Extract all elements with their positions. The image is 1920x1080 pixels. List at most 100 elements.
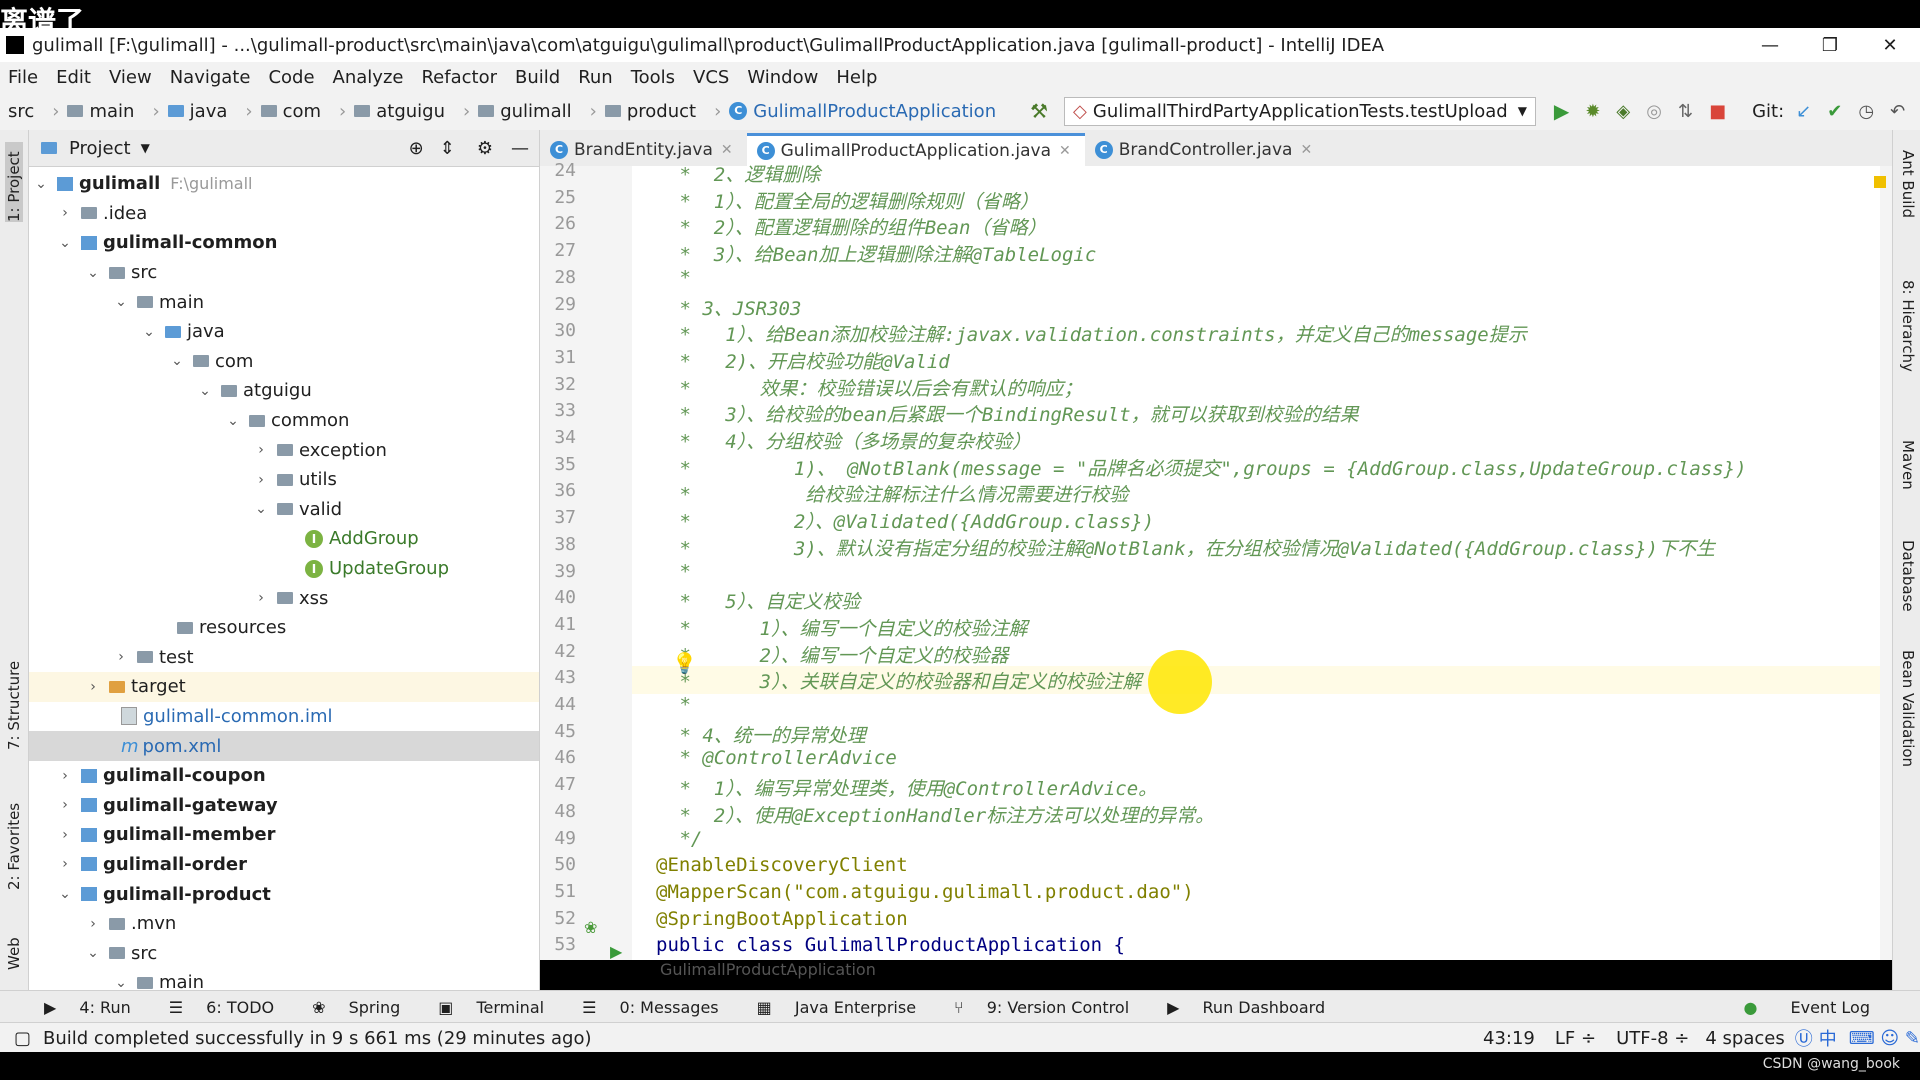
git-commit-icon[interactable]: ✔ bbox=[1827, 101, 1842, 122]
close-icon[interactable]: ✕ bbox=[1300, 142, 1312, 158]
crumb-src[interactable]: src bbox=[8, 101, 34, 122]
editor-scrollbar[interactable] bbox=[1880, 166, 1892, 960]
tree-node-addgroup[interactable]: I AddGroup bbox=[29, 524, 539, 554]
ime-tools-icon[interactable]: ⌨ ☺ ✎ bbox=[1849, 1028, 1920, 1049]
menu-code[interactable]: Code bbox=[268, 67, 314, 88]
tree-node-main[interactable]: ⌄ main bbox=[29, 287, 539, 317]
menu-navigate[interactable]: Navigate bbox=[170, 67, 251, 88]
tree-node-product-src[interactable]: ⌄ src bbox=[29, 938, 539, 968]
spring-tab[interactable]: ❀ Spring bbox=[312, 998, 410, 1017]
menu-tools[interactable]: Tools bbox=[631, 67, 675, 88]
run-config-select[interactable]: ◇ GulimallThirdPartyApplicationTests.tes… bbox=[1064, 96, 1536, 126]
locate-icon[interactable]: ⊕ bbox=[409, 138, 424, 159]
tree-node-gulimall[interactable]: ⌄ gulimall F:\gulimall bbox=[29, 169, 539, 199]
intention-bulb-icon[interactable]: 💡 bbox=[672, 651, 697, 675]
tree-node-pom[interactable]: m pom.xml bbox=[29, 731, 539, 761]
run-tab[interactable]: ▶ 4: Run bbox=[44, 998, 141, 1017]
menu-window[interactable]: Window bbox=[747, 67, 818, 88]
event-log-tab[interactable]: ● Event Log bbox=[1725, 998, 1880, 1017]
tab-brandcontroller[interactable]: C BrandController.java ✕ bbox=[1085, 134, 1326, 166]
tree-node-resources[interactable]: resources bbox=[29, 613, 539, 643]
run-dashboard-tab[interactable]: ▶ Run Dashboard bbox=[1167, 998, 1335, 1017]
debug-icon[interactable]: ✹ bbox=[1585, 101, 1600, 122]
close-icon[interactable]: ✕ bbox=[1059, 143, 1071, 159]
tree-node-updategroup[interactable]: I UpdateGroup bbox=[29, 554, 539, 584]
close-button[interactable]: ✕ bbox=[1860, 35, 1920, 56]
line-separator[interactable]: LF ÷ bbox=[1555, 1028, 1596, 1049]
menu-help[interactable]: Help bbox=[836, 67, 877, 88]
tool-hierarchy[interactable]: 8: Hierarchy bbox=[1899, 280, 1917, 420]
file-encoding[interactable]: UTF-8 ÷ bbox=[1616, 1028, 1689, 1049]
tree-node-java[interactable]: ⌄ java bbox=[29, 317, 539, 347]
tool-ant-build[interactable]: Ant Build bbox=[1899, 150, 1917, 260]
minimize-button[interactable]: — bbox=[1740, 35, 1800, 56]
messages-tab[interactable]: ☰ 0: Messages bbox=[582, 998, 729, 1017]
tree-node-exception[interactable]: › exception bbox=[29, 435, 539, 465]
caret-position[interactable]: 43:19 bbox=[1483, 1028, 1535, 1049]
tree-node-common[interactable]: ⌄ common bbox=[29, 406, 539, 436]
coverage-icon[interactable]: ◈ bbox=[1616, 101, 1630, 122]
menu-build[interactable]: Build bbox=[515, 67, 560, 88]
menu-view[interactable]: View bbox=[109, 67, 152, 88]
tree-node-valid[interactable]: ⌄ valid bbox=[29, 495, 539, 525]
tool-web[interactable]: Web bbox=[5, 920, 23, 970]
project-view-select[interactable]: Project bbox=[69, 138, 131, 159]
status-square-icon[interactable]: ▢ bbox=[14, 1028, 31, 1049]
tool-database[interactable]: Database bbox=[1899, 540, 1917, 640]
tool-project[interactable]: 1: Project bbox=[5, 142, 23, 222]
gear-icon[interactable]: ⚙ bbox=[477, 138, 493, 159]
run-gutter-icon[interactable]: ▶ bbox=[610, 942, 622, 961]
tree-node-utils[interactable]: › utils bbox=[29, 465, 539, 495]
tree-node-xss[interactable]: › xss bbox=[29, 583, 539, 613]
tree-node-gulimall-coupon[interactable]: › gulimall-coupon bbox=[29, 761, 539, 791]
crumb-com[interactable]: com bbox=[260, 101, 321, 122]
tree-node-com[interactable]: ⌄ com bbox=[29, 347, 539, 377]
menu-run[interactable]: Run bbox=[578, 67, 613, 88]
menu-edit[interactable]: Edit bbox=[56, 67, 91, 88]
stop-icon[interactable]: ■ bbox=[1709, 101, 1726, 122]
tree-node-gulimall-common[interactable]: ⌄ gulimall-common bbox=[29, 228, 539, 258]
tree-node-gulimall-gateway[interactable]: › gulimall-gateway bbox=[29, 790, 539, 820]
restore-button[interactable]: ❐ bbox=[1800, 35, 1860, 56]
version-control-tab[interactable]: ⑂ 9: Version Control bbox=[954, 998, 1139, 1017]
collapse-all-icon[interactable]: ⇕ bbox=[440, 138, 455, 159]
indent-setting[interactable]: 4 spaces bbox=[1705, 1028, 1784, 1049]
crumb-class[interactable]: C GulimallProductApplication bbox=[729, 101, 996, 122]
tool-bean-validation[interactable]: Bean Validation bbox=[1899, 650, 1917, 830]
crumb-main[interactable]: main bbox=[67, 101, 134, 122]
tree-node-src[interactable]: ⌄ src bbox=[29, 258, 539, 288]
crumb-gulimall[interactable]: gulimall bbox=[478, 101, 572, 122]
tree-node-product-main[interactable]: ⌄ main bbox=[29, 968, 539, 990]
crumb-atguigu[interactable]: atguigu bbox=[354, 101, 445, 122]
menu-refactor[interactable]: Refactor bbox=[421, 67, 497, 88]
hide-panel-icon[interactable]: — bbox=[511, 138, 529, 159]
menu-vcs[interactable]: VCS bbox=[693, 67, 729, 88]
tool-structure[interactable]: 7: Structure bbox=[5, 640, 23, 750]
spring-bean-icon[interactable]: ❀ bbox=[584, 918, 597, 937]
terminal-tab[interactable]: ▣ Terminal bbox=[438, 998, 554, 1017]
tree-node-gulimall-member[interactable]: › gulimall-member bbox=[29, 820, 539, 850]
crumb-java[interactable]: java bbox=[167, 101, 227, 122]
build-hammer-icon[interactable]: ⚒ bbox=[1030, 99, 1048, 123]
tree-node-gulimall-product[interactable]: ⌄ gulimall-product bbox=[29, 879, 539, 909]
tree-node-iml[interactable]: gulimall-common.iml bbox=[29, 702, 539, 732]
java-enterprise-tab[interactable]: ▦ Java Enterprise bbox=[757, 998, 926, 1017]
profile-icon[interactable]: ◎ bbox=[1646, 101, 1662, 122]
tree-node-test[interactable]: › test bbox=[29, 643, 539, 673]
tree-node-atguigu[interactable]: ⌄ atguigu bbox=[29, 376, 539, 406]
tree-node-target[interactable]: › target bbox=[29, 672, 539, 702]
attach-icon[interactable]: ⇅ bbox=[1678, 101, 1693, 122]
menu-file[interactable]: File bbox=[8, 67, 38, 88]
tool-maven[interactable]: Maven bbox=[1899, 440, 1917, 520]
chevron-down-icon[interactable]: ▼ bbox=[141, 141, 150, 155]
close-icon[interactable]: ✕ bbox=[721, 142, 733, 158]
tool-favorites[interactable]: 2: Favorites bbox=[5, 780, 23, 890]
git-history-icon[interactable]: ◷ bbox=[1858, 101, 1874, 122]
tree-node-idea[interactable]: › .idea bbox=[29, 199, 539, 229]
menu-analyze[interactable]: Analyze bbox=[333, 67, 404, 88]
tree-node-gulimall-order[interactable]: › gulimall-order bbox=[29, 850, 539, 880]
crumb-product[interactable]: product bbox=[604, 101, 696, 122]
run-icon[interactable]: ▶ bbox=[1554, 99, 1569, 123]
todo-tab[interactable]: ☰ 6: TODO bbox=[169, 998, 284, 1017]
git-rollback-icon[interactable]: ↶ bbox=[1890, 101, 1905, 122]
